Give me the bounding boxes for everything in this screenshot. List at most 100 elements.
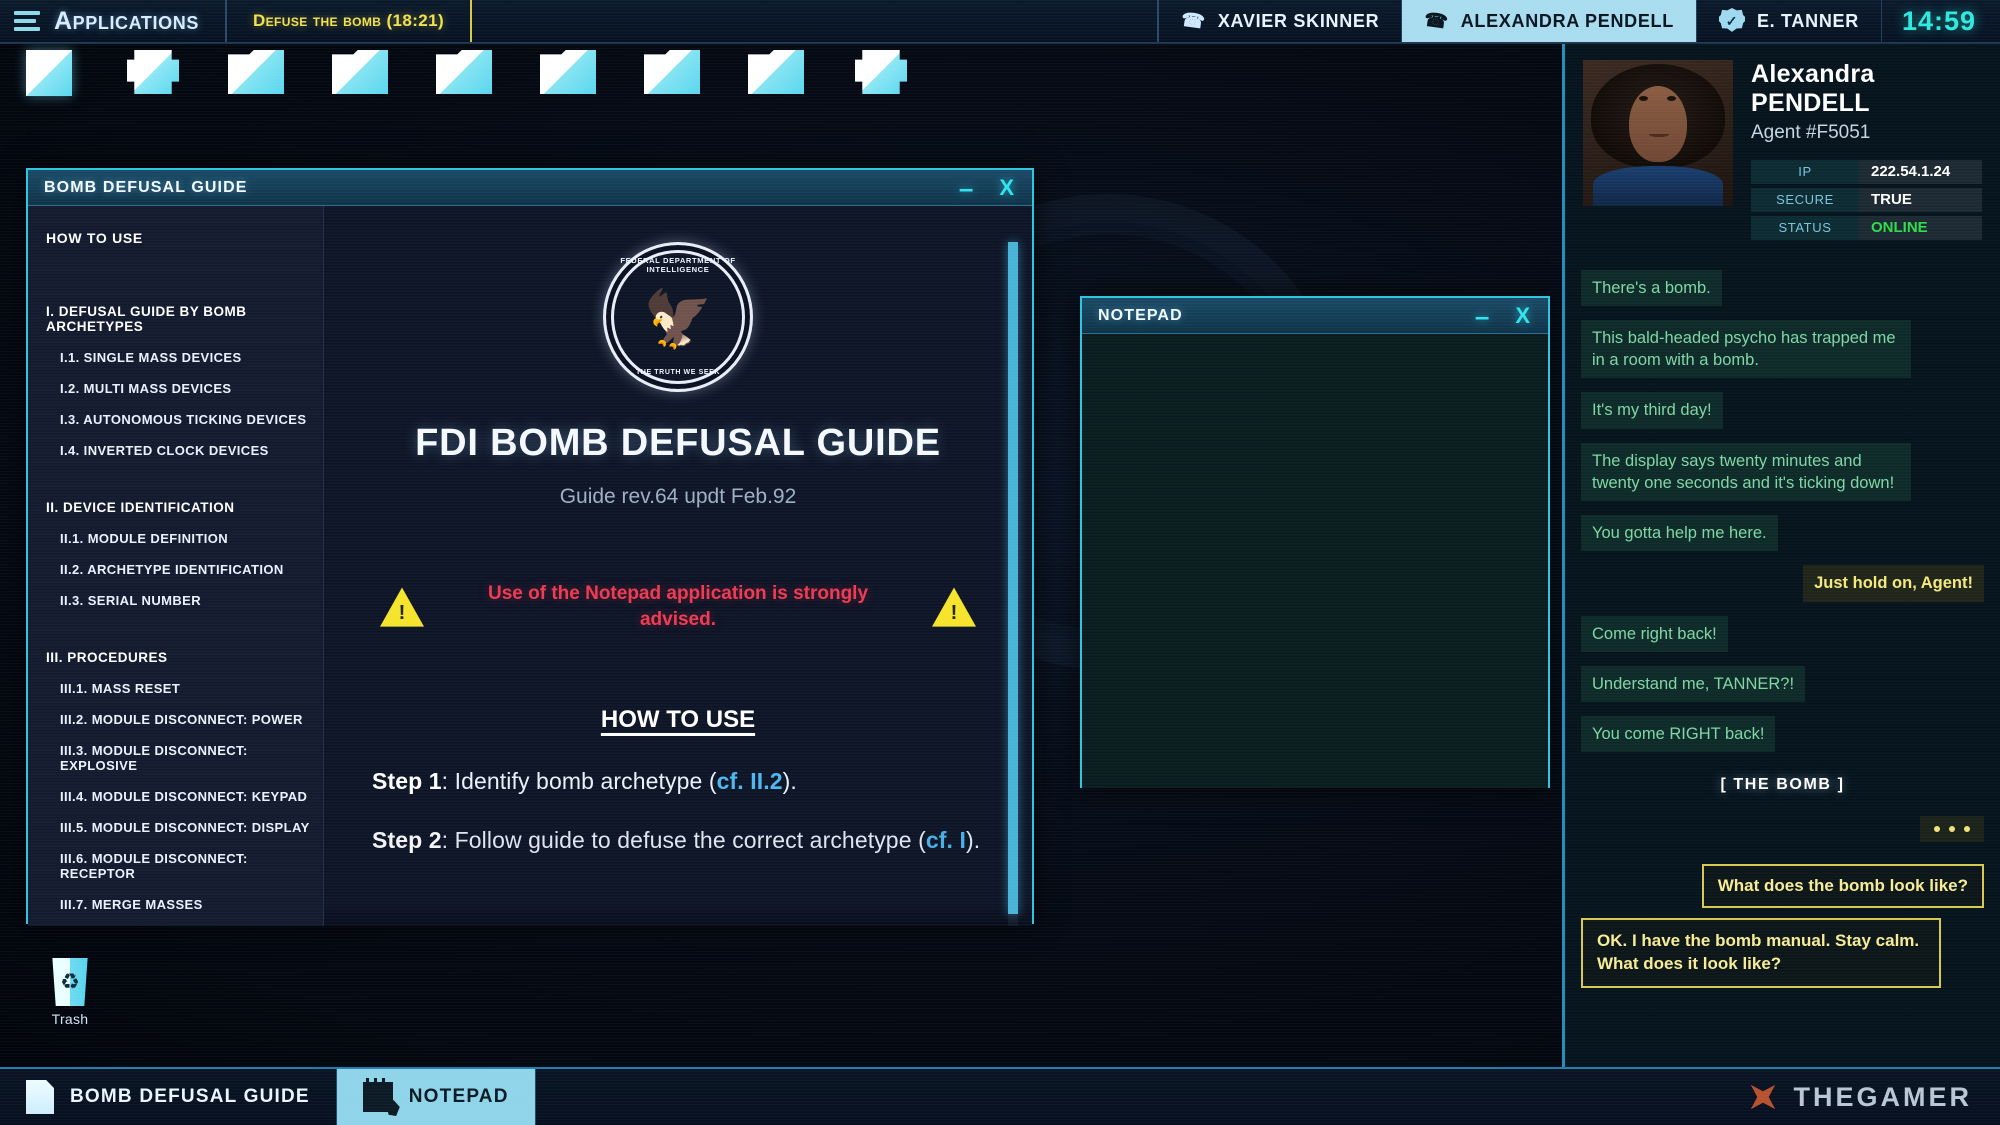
printer-icon [127,50,179,94]
trash-label: Trash [51,1011,89,1027]
toc-item[interactable]: I.4. INVERTED CLOCK DEVICES [60,443,323,458]
avatar-shoulders [1593,166,1723,206]
chat-bubble: You come RIGHT back! [1581,716,1776,753]
guide-window-title: BOMB DEFUSAL GUIDE [44,178,248,196]
contact-tab-xavier-skinner[interactable]: ☎ XAVIER SKINNER [1159,0,1403,42]
guide-step-2: Step 2: Follow guide to defuse the corre… [372,827,984,854]
chat-message-them: The display says twenty minutes and twen… [1581,442,1984,502]
notepad-window[interactable]: NOTEPAD – X [1080,296,1550,788]
dialogue-choice-label[interactable]: What does the bomb look like? [1701,864,1984,909]
minimize-button[interactable]: – [959,175,973,201]
step-2-label: Step 2 [372,827,442,854]
warning-triangle-icon: ! [380,587,424,627]
chat-bubble: It's my third day! [1581,392,1723,429]
desktop-icon-folder[interactable] [332,50,390,96]
folder-icon [644,50,700,94]
status-badge: ONLINE [1859,215,1982,240]
current-user[interactable]: ✓ E. TANNER [1697,0,1882,42]
step-2-tail: ). [965,827,981,854]
contact-header: Alexandra PENDELL Agent #F5051 IP 222.54… [1565,44,2000,252]
avatar-mouth [1649,130,1669,137]
toc-item[interactable]: II.1. MODULE DEFINITION [60,531,323,546]
guide-window-controls: – X [959,175,1020,201]
dialogue-choice[interactable]: What does the bomb look like? [1581,864,1984,909]
toc-item[interactable]: II.2. ARCHETYPE IDENTIFICATION [60,562,323,577]
toc-item[interactable]: I.1. SINGLE MASS DEVICES [60,350,323,365]
toc-item[interactable]: I.2. MULTI MASS DEVICES [60,381,323,396]
toc-section-heading[interactable]: II. DEVICE IDENTIFICATION [46,500,323,515]
toc-item[interactable]: III.6. MODULE DISCONNECT: RECEPTOR [60,851,323,881]
desktop-icon-printer[interactable] [124,50,182,96]
desktop-icon-folder[interactable] [748,50,806,96]
step-1-reference[interactable]: cf. II.2 [717,768,783,794]
chat-message-them: There's a bomb. [1581,269,1984,306]
notepad-title-bar[interactable]: NOTEPAD – X [1082,298,1548,334]
desktop-icon-folder[interactable] [436,50,494,96]
step-1-text: : Identify bomb archetype ( [441,768,717,795]
contact-name: Alexandra PENDELL [1751,60,1982,118]
taskbar-item-label: NOTEPAD [408,1086,509,1107]
contact-info-table: IP 222.54.1.24 SECURE TRUE STATUS ONLINE [1751,159,1982,240]
taskbar-item-bomb-defusal-guide[interactable]: BOMB DEFUSAL GUIDE [0,1069,337,1125]
minimize-button[interactable]: – [1475,303,1489,329]
desktop-icon-document[interactable] [20,50,78,96]
desktop-icon-folder[interactable] [540,50,598,96]
step-2-text: : Follow guide to defuse the correct arc… [441,827,926,854]
chat-message-them: It's my third day! [1581,392,1984,429]
info-key: IP [1751,159,1859,184]
how-to-use-heading: HOW TO USE [600,706,756,734]
applications-menu-button[interactable]: Applications [0,0,227,42]
close-button[interactable]: X [999,176,1014,199]
desktop-icon-folder[interactable] [644,50,702,96]
eagle-glyph: 🦅 [643,287,713,350]
guide-main-title: FDI BOMB DEFUSAL GUIDE [415,422,941,464]
typing-indicator [1581,816,1984,843]
taskbar-item-label: BOMB DEFUSAL GUIDE [70,1086,310,1107]
chat-bubble: Come right back! [1581,615,1728,652]
desktop-icon-trash[interactable]: ♻ Trash [30,958,110,1027]
dialogue-choice[interactable]: OK. I have the bomb manual. Stay calm. W… [1581,918,1984,989]
chat-message-them: You come RIGHT back! [1581,716,1984,753]
taskbar-item-notepad[interactable]: NOTEPAD [336,1069,536,1125]
desktop-icon-printer[interactable] [852,50,910,96]
contact-first-name: Alexandra [1751,60,1875,88]
toc-item[interactable]: III.7. MERGE MASSES [60,897,323,912]
notepad-text-area[interactable] [1082,334,1548,788]
guide-scrollbar-thumb[interactable] [1008,242,1018,914]
toc-item[interactable]: III.5. MODULE DISCONNECT: DISPLAY [60,820,323,835]
toc-section-heading[interactable]: III. PROCEDURES [46,650,323,665]
seal-top-text: FEDERAL DEPARTMENT OF INTELLIGENCE [620,256,736,274]
guide-title-bar[interactable]: BOMB DEFUSAL GUIDE – X [28,170,1032,206]
contact-tab-label: ALEXANDRA PENDELL [1460,10,1674,31]
toc-item[interactable]: I.3. AUTONOMOUS TICKING DEVICES [60,412,323,427]
warning-triangle-icon: ! [932,587,976,627]
chat-log: There's a bomb. This bald-headed psycho … [1565,252,2000,989]
close-button[interactable]: X [1515,304,1530,327]
step-2-reference[interactable]: cf. I [926,827,966,853]
document-icon [26,1080,54,1114]
toc-item[interactable]: II.3. SERIAL NUMBER [60,593,323,608]
toc-section-heading[interactable]: I. DEFUSAL GUIDE BY BOMB ARCHETYPES [46,304,323,334]
badge-icon: ✓ [1718,8,1745,32]
toc-item[interactable]: III.2. MODULE DISCONNECT: POWER [60,712,323,727]
chat-bubble: Just hold on, Agent! [1803,565,1984,602]
chat-topic-label: [ THE BOMB ] [1720,776,1845,794]
desktop-icon-folder[interactable] [228,50,286,96]
toc-spacer [46,624,323,650]
info-key: STATUS [1751,215,1859,240]
contact-tab-alexandra-pendell[interactable]: ☎ ALEXANDRA PENDELL [1402,0,1697,42]
contact-tab-label: XAVIER SKINNER [1217,10,1380,31]
bomb-defusal-guide-window[interactable]: BOMB DEFUSAL GUIDE – X HOW TO USE I. DEF… [26,168,1034,926]
guide-scrollbar[interactable] [1008,242,1018,926]
chat-message-them: Understand me, TANNER?! [1581,665,1984,703]
toc-item[interactable]: III.3. MODULE DISCONNECT: EXPLOSIVE [60,743,323,773]
toc-item[interactable]: III.1. MASS RESET [60,681,323,696]
dialogue-choice-label[interactable]: OK. I have the bomb manual. Stay calm. W… [1581,918,1941,989]
chat-bubble: There's a bomb. [1581,269,1722,306]
toc-item[interactable]: III.4. MODULE DISCONNECT: KEYPAD [60,789,323,804]
desktop-icon-row [20,50,910,96]
toc-how-to-use[interactable]: HOW TO USE [46,230,323,246]
document-icon [26,50,72,96]
thegamer-watermark-text: THEGAMER [1793,1081,1972,1112]
guide-warning-text: Use of the Notepad application is strong… [487,583,869,630]
